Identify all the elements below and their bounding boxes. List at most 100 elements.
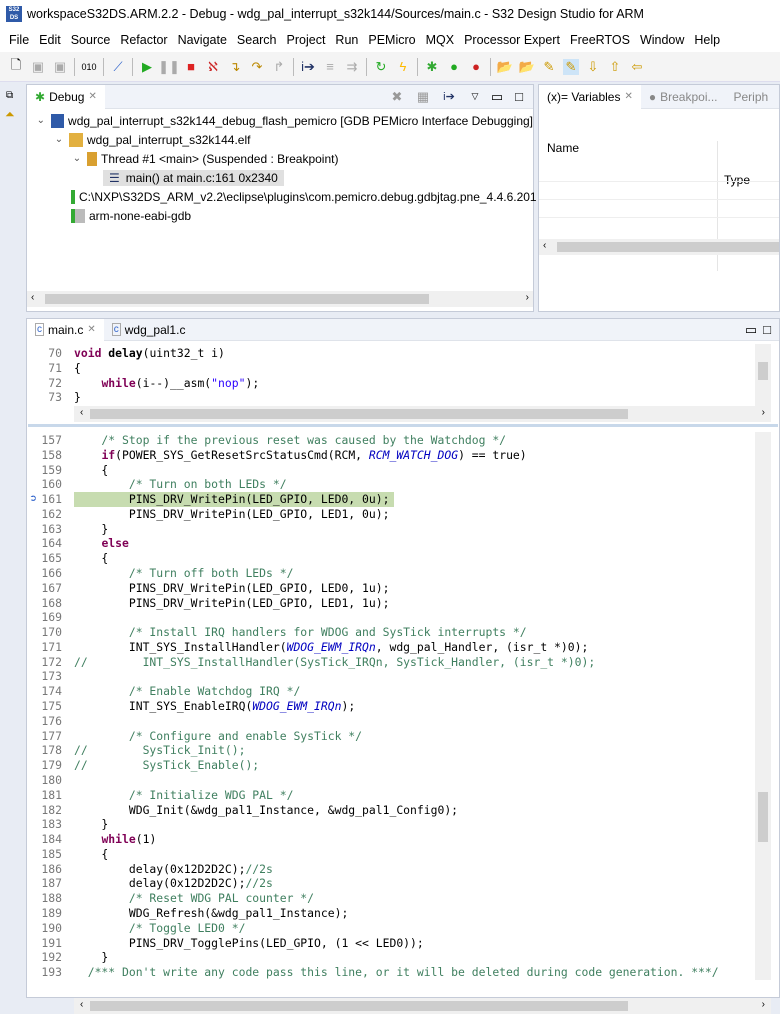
tab-peripherals[interactable]: Periph bbox=[726, 85, 777, 109]
code-line[interactable]: void delay(uint32_t i) bbox=[74, 346, 225, 361]
code-pane-top[interactable]: 70 void delay(uint32_t i) 71 {72 while(i--)… bbox=[0, 344, 755, 406]
menu-processor-expert[interactable]: Processor Expert bbox=[459, 33, 565, 47]
debug-icon[interactable]: ✱ bbox=[424, 59, 440, 75]
tab-variables[interactable]: (x)= Variables ✕ bbox=[539, 84, 641, 109]
chevron-down-icon[interactable]: ⌄ bbox=[53, 134, 65, 145]
restore-icon[interactable]: ⧉ bbox=[6, 90, 24, 101]
code-line[interactable]: // SysTick_Enable(); bbox=[74, 758, 259, 773]
horizontal-scrollbar[interactable]: ‹ › bbox=[27, 291, 533, 307]
terminate-icon[interactable]: ■ bbox=[183, 59, 199, 75]
tab-wdg-pal1-c[interactable]: c wdg_pal1.c bbox=[104, 319, 194, 341]
dropdown-icon[interactable]: ▽ bbox=[467, 89, 483, 105]
tab-debug[interactable]: ✱ Debug ✕ bbox=[27, 84, 105, 109]
menu-mqx[interactable]: MQX bbox=[421, 33, 459, 47]
save-icon[interactable]: ▣ bbox=[30, 59, 46, 75]
code-line[interactable]: /* Stop if the previous reset was caused… bbox=[74, 433, 506, 448]
tree-item-elf[interactable]: ⌄ wdg_pal_interrupt_s32k144.elf bbox=[27, 130, 533, 149]
tree-item-thread[interactable]: ⌄ Thread #1 <main> (Suspended : Breakpoin… bbox=[27, 149, 533, 168]
menu-pemicro[interactable]: PEMicro bbox=[363, 33, 420, 47]
code-line[interactable]: /* Reset WDG PAL counter */ bbox=[74, 891, 314, 906]
remove-terminated-icon[interactable]: ✖ bbox=[389, 89, 405, 105]
code-line[interactable]: if(POWER_SYS_GetResetSrcStatusCmd(RCM, R… bbox=[74, 448, 526, 463]
next-annotation-icon[interactable]: ⇩ bbox=[585, 59, 601, 75]
tab-main-c[interactable]: c main.c ✕ bbox=[27, 318, 104, 341]
code-line[interactable]: /* Turn off both LEDs */ bbox=[74, 566, 294, 581]
view-menu-icon[interactable]: ▦ bbox=[415, 89, 431, 105]
close-icon[interactable]: ✕ bbox=[88, 91, 96, 102]
tree-item-frame[interactable]: ☰ main() at main.c:161 0x2340 bbox=[27, 168, 533, 187]
menu-search[interactable]: Search bbox=[232, 33, 282, 47]
code-line[interactable]: { bbox=[74, 463, 108, 478]
code-line[interactable]: PINS_DRV_WritePin(LED_GPIO, LED1, 1u); bbox=[74, 596, 390, 611]
menu-freertos[interactable]: FreeRTOS bbox=[565, 33, 635, 47]
close-icon[interactable]: ✕ bbox=[624, 91, 632, 102]
code-line[interactable]: else bbox=[74, 536, 128, 551]
back-icon[interactable]: ⇦ bbox=[629, 59, 645, 75]
menu-window[interactable]: Window bbox=[635, 33, 689, 47]
use-step-filters-icon[interactable]: ⇉ bbox=[344, 59, 360, 75]
open-type-icon[interactable]: 📂 bbox=[519, 59, 535, 75]
minimize-icon[interactable]: ▭ bbox=[489, 89, 505, 105]
code-line[interactable]: INT_SYS_InstallHandler(WDOG_EWM_IRQn, wd… bbox=[74, 640, 588, 655]
prev-annotation-icon[interactable]: ⇧ bbox=[607, 59, 623, 75]
horizontal-scrollbar[interactable]: ‹ bbox=[539, 239, 779, 255]
column-header-name[interactable]: Name bbox=[547, 141, 579, 155]
code-line[interactable]: } bbox=[74, 522, 108, 537]
code-line[interactable]: PINS_DRV_TogglePins(LED_GPIO, (1 << LED0… bbox=[74, 936, 424, 951]
code-line[interactable]: /*** Don't write any code pass this line… bbox=[74, 965, 719, 980]
code-line[interactable]: INT_SYS_EnableIRQ(WDOG_EWM_IRQn); bbox=[74, 699, 355, 714]
code-line[interactable]: while(i--)__asm("nop"); bbox=[74, 376, 259, 391]
horizontal-scrollbar[interactable]: ‹ › bbox=[74, 998, 771, 1014]
vertical-scrollbar[interactable] bbox=[755, 344, 771, 406]
tree-item-launch[interactable]: ⌄ wdg_pal_interrupt_s32k144_debug_flash_p… bbox=[27, 111, 533, 130]
menu-project[interactable]: Project bbox=[282, 33, 331, 47]
menu-refactor[interactable]: Refactor bbox=[115, 33, 172, 47]
pen-icon[interactable]: ✎ bbox=[541, 59, 557, 75]
minimize-icon[interactable]: ▭ bbox=[743, 322, 759, 338]
skip-breakpoints-icon[interactable]: ⟋ bbox=[110, 59, 126, 75]
instruction-stepping-icon[interactable]: i➔ bbox=[300, 59, 316, 75]
new-icon[interactable]: 🗋 bbox=[8, 57, 24, 75]
code-line[interactable]: { bbox=[74, 847, 108, 862]
code-pane-main[interactable]: 157 /* Stop if the previous reset was ca… bbox=[0, 432, 755, 980]
drop-frame-icon[interactable]: ≡ bbox=[322, 59, 338, 75]
restart-icon[interactable]: ↻ bbox=[373, 59, 389, 75]
memory-icon[interactable]: 010 bbox=[81, 59, 97, 75]
code-line[interactable]: PINS_DRV_WritePin(LED_GPIO, LED0, 1u); bbox=[74, 581, 390, 596]
close-icon[interactable]: ✕ bbox=[87, 324, 95, 335]
menu-help[interactable]: Help bbox=[689, 33, 725, 47]
instruction-step-icon[interactable]: i➔ bbox=[441, 89, 457, 105]
tree-item-gdbserver[interactable]: C:\NXP\S32DS_ARM_v2.2\eclipse\plugins\co… bbox=[27, 187, 537, 206]
resume-icon[interactable]: ▶ bbox=[139, 59, 155, 75]
code-line[interactable]: delay(0x12D2D2C);//2s bbox=[74, 876, 273, 891]
tree-item-gdb[interactable]: arm-none-eabi-gdb bbox=[27, 206, 533, 225]
code-line[interactable]: /* Toggle LED0 */ bbox=[74, 921, 246, 936]
menu-edit[interactable]: Edit bbox=[34, 33, 66, 47]
menu-navigate[interactable]: Navigate bbox=[173, 33, 232, 47]
code-line[interactable]: PINS_DRV_WritePin(LED_GPIO, LED1, 0u); bbox=[74, 507, 390, 522]
code-line[interactable]: WDG_Init(&wdg_pal1_Instance, &wdg_pal1_C… bbox=[74, 803, 458, 818]
maximize-icon[interactable]: □ bbox=[759, 322, 775, 338]
code-line[interactable]: /* Install IRQ handlers for WDOG and Sys… bbox=[74, 625, 527, 640]
code-line[interactable]: PINS_DRV_WritePin(LED_GPIO, LED0, 0u); bbox=[74, 492, 390, 507]
split-divider[interactable] bbox=[28, 424, 778, 427]
horizontal-scrollbar[interactable]: ‹ › bbox=[74, 406, 771, 422]
highlight-icon[interactable]: ✎ bbox=[563, 58, 579, 75]
code-line[interactable]: /* Enable Watchdog IRQ */ bbox=[74, 684, 300, 699]
code-line[interactable]: } bbox=[74, 950, 108, 965]
outline-icon[interactable]: ⏶ bbox=[5, 107, 24, 122]
code-line[interactable]: /* Turn on both LEDs */ bbox=[74, 477, 287, 492]
run-icon[interactable]: ● bbox=[446, 59, 462, 75]
code-line[interactable]: { bbox=[74, 361, 81, 376]
tab-breakpoints[interactable]: ● Breakpoi... bbox=[641, 85, 726, 109]
suspend-icon[interactable]: ❚❚ bbox=[158, 59, 180, 75]
code-line[interactable]: while(1) bbox=[74, 832, 156, 847]
chevron-down-icon[interactable]: ⌄ bbox=[71, 153, 83, 164]
save-all-icon[interactable]: ▣ bbox=[52, 59, 68, 75]
step-return-icon[interactable]: ↱ bbox=[271, 59, 287, 75]
menu-file[interactable]: File bbox=[4, 33, 34, 47]
menu-source[interactable]: Source bbox=[66, 33, 116, 47]
maximize-icon[interactable]: □ bbox=[511, 89, 527, 105]
code-line[interactable]: /* Configure and enable SysTick */ bbox=[74, 729, 362, 744]
code-line[interactable]: delay(0x12D2D2C);//2s bbox=[74, 862, 273, 877]
